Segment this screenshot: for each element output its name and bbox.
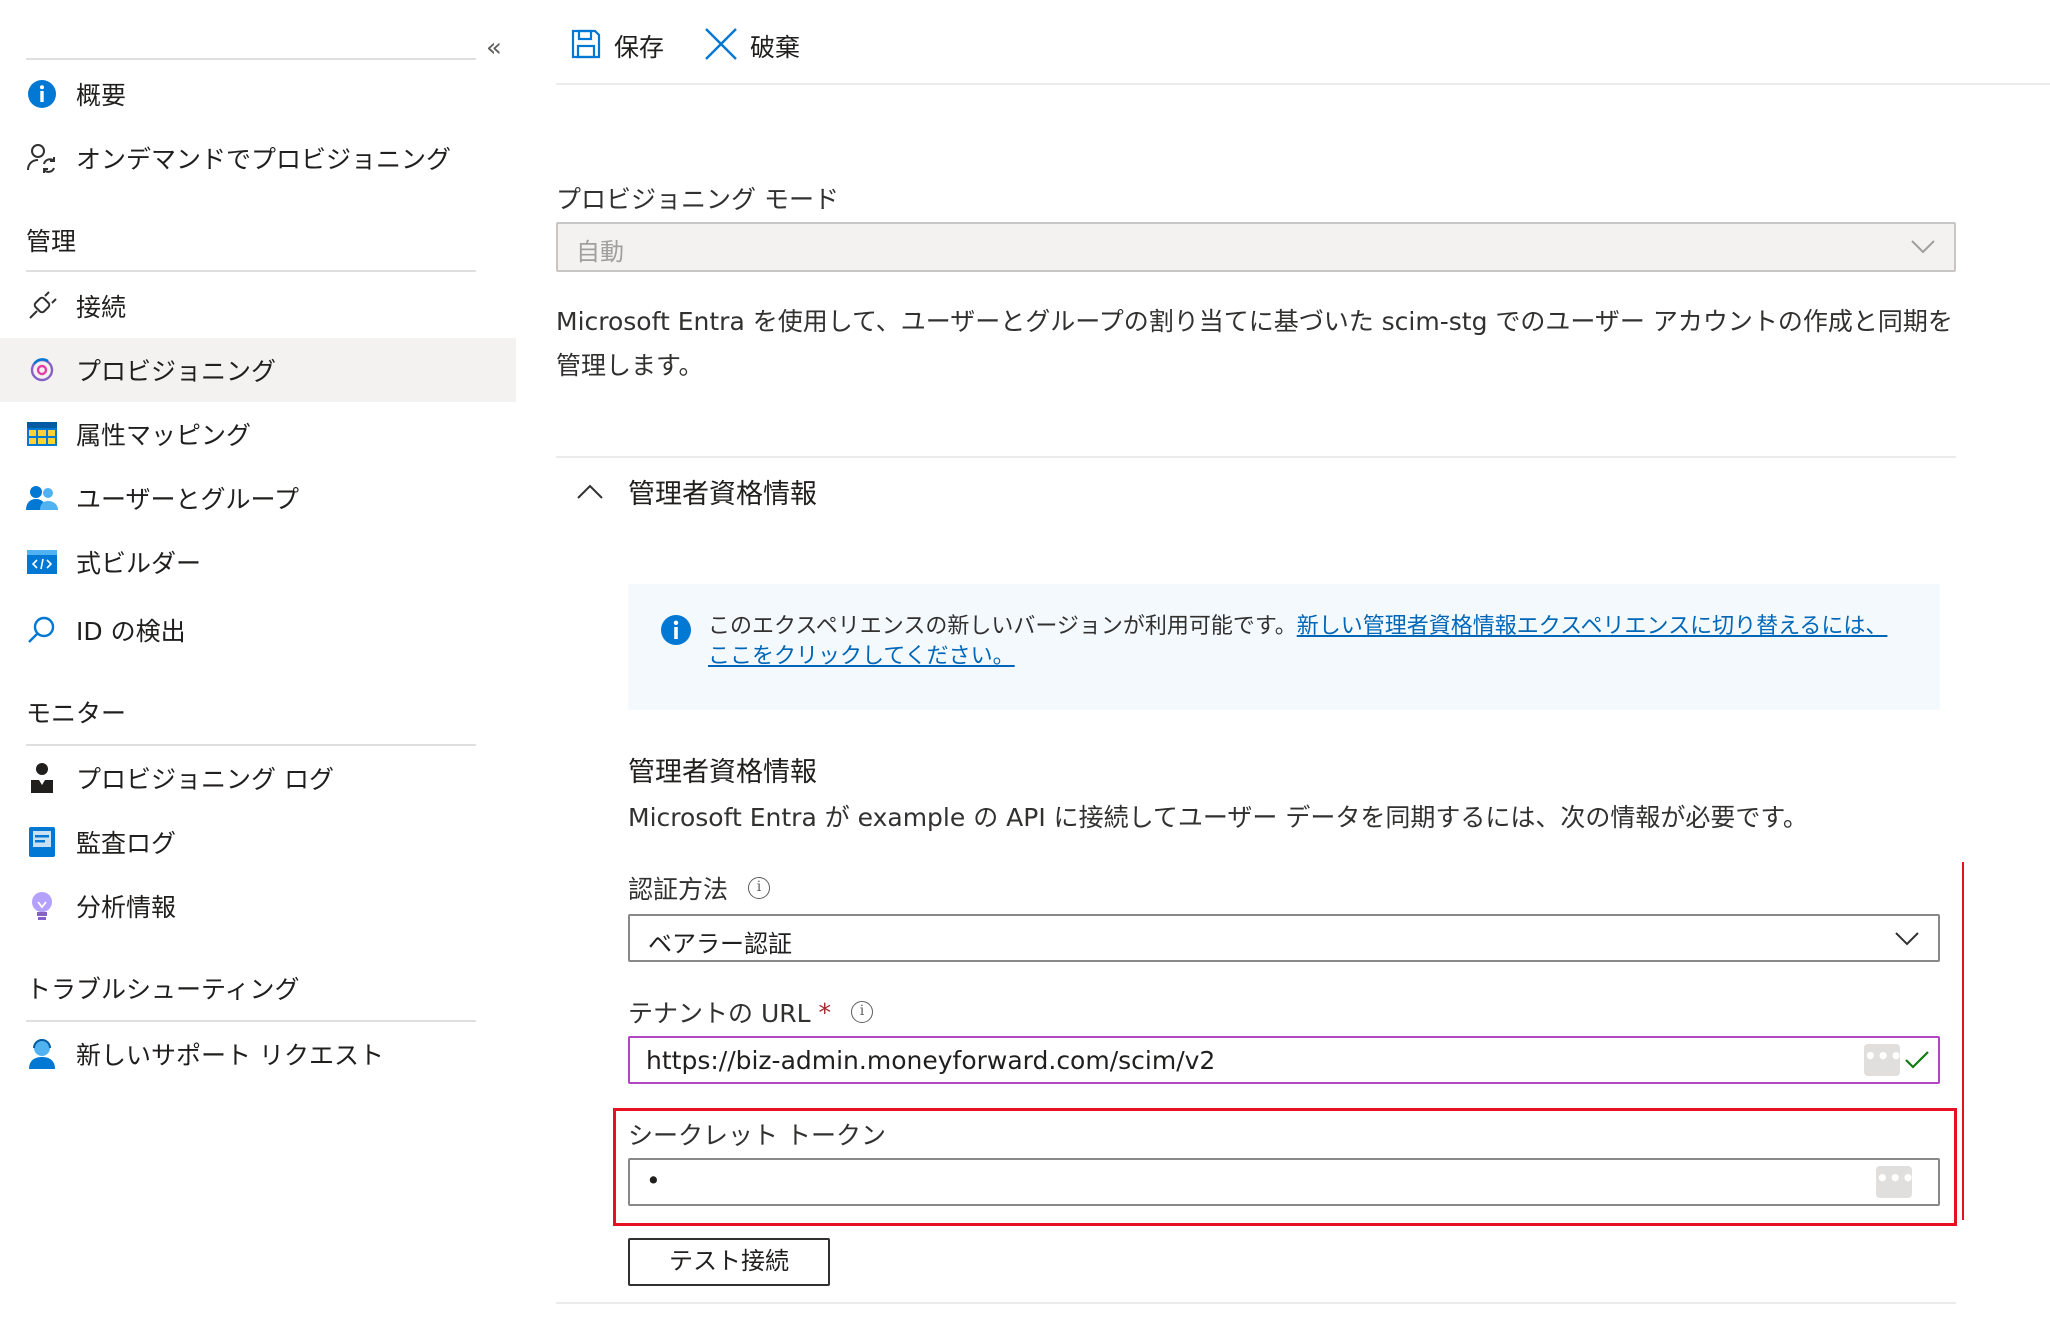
auth-method-select[interactable]: ベアラー認証 [628, 914, 1940, 962]
close-icon [704, 27, 738, 65]
admin-credentials-heading: 管理者資格情報 [628, 757, 817, 788]
user-sync-icon [26, 142, 58, 174]
sidebar-item-label: 監査ログ [76, 829, 177, 858]
sidebar-item-provisioning-logs[interactable]: プロビジョニング ログ [0, 746, 516, 810]
support-person-icon [26, 1038, 58, 1070]
sidebar-item-insights[interactable]: 分析情報 [0, 874, 516, 938]
sidebar-item-expression-builder[interactable]: 式ビルダー [0, 530, 516, 594]
checkmark-icon [1904, 1050, 1930, 1074]
discard-button[interactable]: 破棄 [704, 24, 800, 68]
save-icon [570, 28, 602, 64]
section-divider [556, 456, 1956, 458]
book-icon [26, 826, 58, 858]
table-icon [26, 418, 58, 450]
provisioning-mode-label: プロビジョニング モード [556, 185, 839, 214]
secret-token-label: シークレット トークン [628, 1121, 886, 1150]
sidebar-section-manage: 管理 [26, 227, 77, 256]
admin-credentials-toggle[interactable]: 管理者資格情報 [576, 472, 876, 512]
sidebar-item-provisioning[interactable]: プロビジョニング [0, 338, 516, 402]
sidebar-item-label: 式ビルダー [76, 549, 202, 578]
sidebar-item-label: ユーザーとグループ [76, 485, 300, 514]
save-label: 保存 [614, 33, 665, 62]
discard-label: 破棄 [750, 33, 801, 62]
highlight-line [1962, 862, 1964, 1220]
sidebar-item-overview[interactable]: 概要 [0, 62, 516, 126]
auth-method-label-row: 認証方法 i [628, 870, 771, 906]
sidebar-divider [26, 58, 476, 60]
sidebar-item-users-groups[interactable]: ユーザーとグループ [0, 466, 516, 530]
code-icon [26, 546, 58, 578]
test-connection-button[interactable]: テスト接続 [628, 1238, 830, 1286]
lightbulb-icon [26, 890, 58, 922]
info-banner: このエクスペリエンスの新しいバージョンが利用可能です。新しい管理者資格情報エクス… [628, 584, 1940, 710]
sidebar-item-label: 分析情報 [76, 893, 177, 922]
sidebar-item-label: 属性マッピング [76, 421, 252, 450]
sidebar-section-monitor: モニター [26, 699, 127, 728]
info-circle-icon [26, 78, 58, 110]
tenant-url-input[interactable]: https://biz-admin.moneyforward.com/scim/… [628, 1036, 1940, 1084]
required-mark: * [818, 997, 832, 1027]
sidebar-item-label: 概要 [76, 81, 127, 110]
auth-method-label: 認証方法 [628, 875, 729, 904]
info-tooltip-icon[interactable]: i [748, 877, 771, 899]
collapse-sidebar-button[interactable]: « [480, 34, 508, 62]
users-icon [26, 482, 58, 514]
info-banner-text: このエクスペリエンスの新しいバージョンが利用可能です。新しい管理者資格情報エクス… [708, 612, 1908, 672]
secret-token-value: • [646, 1166, 661, 1195]
section-divider [556, 1302, 1956, 1304]
sidebar-item-on-demand[interactable]: オンデマンドでプロビジョニング [0, 126, 516, 190]
auth-method-value: ベアラー認証 [648, 930, 792, 958]
sidebar-item-new-support-request[interactable]: 新しいサポート リクエスト [0, 1022, 516, 1086]
chevron-up-icon [576, 482, 604, 504]
plug-icon [26, 290, 58, 322]
toolbar-divider [556, 83, 2050, 85]
tenant-url-label-row: テナントの URL * i [628, 994, 874, 1030]
tenant-url-label: テナントの URL [628, 999, 811, 1028]
secret-token-input[interactable]: • ••• [628, 1158, 1940, 1206]
info-banner-message: このエクスペリエンスの新しいバージョンが利用可能です。 [708, 614, 1297, 639]
sidebar-item-audit-logs[interactable]: 監査ログ [0, 810, 516, 874]
sidebar-divider [26, 270, 476, 272]
person-log-icon [26, 762, 58, 794]
more-options-icon[interactable]: ••• [1864, 1044, 1902, 1076]
more-options-icon[interactable]: ••• [1876, 1166, 1914, 1198]
admin-credentials-section-title: 管理者資格情報 [628, 479, 817, 510]
tenant-url-value: https://biz-admin.moneyforward.com/scim/… [646, 1046, 1216, 1075]
chevron-down-icon [1895, 932, 1919, 946]
search-icon [26, 614, 58, 646]
info-tooltip-icon[interactable]: i [851, 1001, 874, 1023]
sidebar-item-label: 接続 [76, 293, 127, 322]
sidebar: « 概要 オンデマンドでプロビジョニング 管理 接続 プロビジョニング 属性マッ… [0, 0, 518, 1328]
sidebar-item-label: オンデマンドでプロビジョニング [76, 145, 452, 174]
provisioning-mode-description: Microsoft Entra を使用して、ユーザーとグループの割り当てに基づい… [556, 307, 1953, 380]
sidebar-item-label: ID の検出 [76, 617, 186, 646]
sidebar-section-troubleshoot: トラブルシューティング [26, 975, 300, 1004]
sidebar-item-label: プロビジョニング [76, 357, 277, 386]
chevron-down-icon [1911, 240, 1935, 254]
sidebar-item-attribute-mapping[interactable]: 属性マッピング [0, 402, 516, 466]
info-circle-icon [660, 614, 692, 650]
provisioning-icon [26, 354, 58, 386]
admin-credentials-description: Microsoft Entra が example の API に接続してユーザ… [628, 803, 1808, 832]
sidebar-item-label: 新しいサポート リクエスト [76, 1041, 384, 1070]
provisioning-mode-select[interactable]: 自動 [556, 222, 1956, 272]
sidebar-item-connection[interactable]: 接続 [0, 274, 516, 338]
sidebar-item-id-detection[interactable]: ID の検出 [0, 598, 516, 662]
provisioning-mode-value: 自動 [576, 238, 624, 266]
sidebar-item-label: プロビジョニング ログ [76, 765, 334, 794]
save-button[interactable]: 保存 [570, 24, 664, 68]
